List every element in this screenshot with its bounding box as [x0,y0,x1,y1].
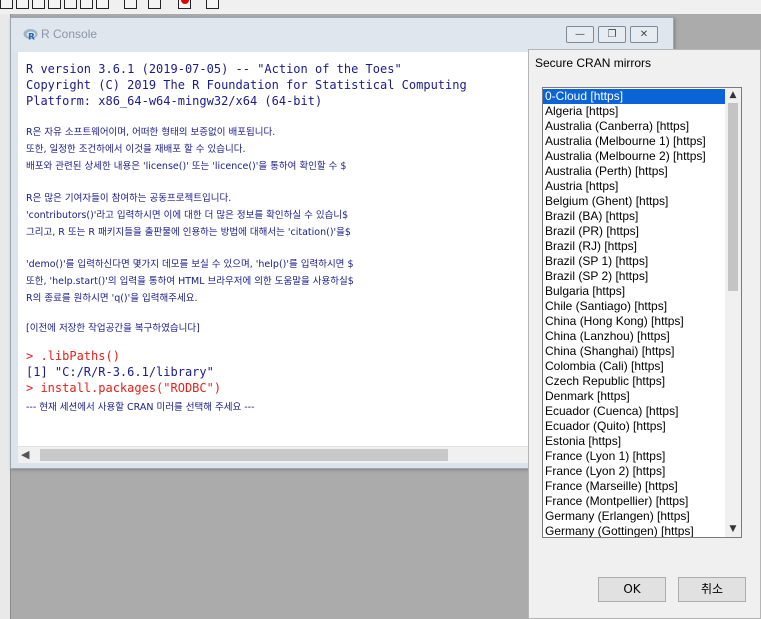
mirror-list-item[interactable]: Ecuador (Cuenca) [https] [543,404,726,419]
mirror-list-item[interactable]: France (Montpellier) [https] [543,494,726,509]
mirror-list-item[interactable]: Ecuador (Quito) [https] [543,419,726,434]
copy-paste-icon-2[interactable] [124,0,137,9]
mirror-list-item[interactable]: 0-Cloud [https] [543,89,726,104]
mirror-list-item[interactable]: Bulgaria [https] [543,284,726,299]
mirror-list-item[interactable]: China (Hong Kong) [https] [543,314,726,329]
mirror-list-item[interactable]: France (Marseille) [https] [543,479,726,494]
svg-text:R: R [28,33,35,42]
vertical-scrollbar[interactable]: ▲ ▼ [725,88,741,537]
console-line: R version 3.6.1 (2019-07-05) -- "Action … [26,62,402,76]
console-line: Platform: x86_64-w64-mingw32/x64 (64-bit… [26,94,323,108]
ok-button[interactable]: OK [598,577,666,602]
stop-icon[interactable] [178,0,191,9]
mirror-list-item[interactable]: France (Lyon 2) [https] [543,464,726,479]
cran-mirror-dialog[interactable]: Secure CRAN mirrors Germany (Gottingen) … [528,49,761,619]
console-line: Copyright (C) 2019 The R Foundation for … [26,78,467,92]
mirror-list-item[interactable]: Brazil (PR) [https] [543,224,726,239]
paste-commands-icon[interactable] [80,0,93,9]
console-line: 'demo()'를 입력하신다면 몇가지 데모를 보실 수 있으며, 'help… [26,259,354,270]
console-line: 또한, 'help.start()'의 입력을 통하여 HTML 브라우저에 의… [26,276,354,287]
mirror-list-item[interactable]: Chile (Santiago) [https] [543,299,726,314]
console-line: 그리고, R 또는 R 패키지들을 출판물에 인용하는 방법에 대해서는 'ci… [26,227,351,238]
paste-icon[interactable] [64,0,77,9]
scroll-down-icon[interactable]: ▼ [725,522,741,537]
save-workspace-icon[interactable] [32,0,45,9]
mirror-list-item[interactable]: China (Shanghai) [https] [543,344,726,359]
mirror-list-item[interactable]: Brazil (SP 1) [https] [543,254,726,269]
console-line: R의 종료를 원하시면 'q()'을 입력해주세요. [26,293,198,304]
console-line: 'contributors()'라고 입력하시면 이에 대한 더 많은 정보를 … [26,210,349,221]
console-line: [이전에 저장한 작업공간을 복구하였습니다] [26,323,200,334]
mirror-list-item[interactable]: Germany (Erlangen) [https] [543,509,726,524]
close-button[interactable]: ✕ [630,26,658,43]
scroll-up-icon[interactable]: ▲ [725,88,741,103]
console-command: > .libPaths() [26,349,120,363]
minimize-button[interactable]: — [566,26,594,43]
close-icon: ✕ [639,29,649,40]
console-line: --- 현재 세션에서 사용할 CRAN 미러를 선택해 주세요 --- [26,402,255,413]
settings-icon[interactable] [148,0,161,9]
console-line: 또한, 일정한 조건하에서 이것을 재배포 할 수 있습니다. [26,144,246,155]
scrollbar-thumb[interactable] [40,449,448,461]
mirror-listbox[interactable]: Germany (Gottingen) [https] Germany (Erla… [542,87,742,538]
mirror-list-item[interactable]: Belgium (Ghent) [https] [543,194,726,209]
mirror-list-item[interactable]: France (Lyon 1) [https] [543,449,726,464]
mirror-list-item[interactable]: China (Lanzhou) [https] [543,329,726,344]
minimize-icon: — [575,29,585,40]
mirror-list-item[interactable]: Czech Republic [https] [543,374,726,389]
mirror-list-item[interactable]: Australia (Canberra) [https] [543,119,726,134]
mirror-list-item[interactable]: Australia (Melbourne 2) [https] [543,149,726,164]
r-logo-icon: R [23,29,38,42]
cancel-button[interactable]: 취소 [678,577,746,602]
console-line: R은 많은 기여자들이 참여하는 공동프로젝트입니다. [26,193,232,204]
copy-icon[interactable] [48,0,61,9]
load-workspace-icon[interactable] [16,0,29,9]
console-command: > install.packages("RODBC") [26,381,222,395]
mirror-list-item[interactable]: Australia (Perth) [https] [543,164,726,179]
copy-paste-icon[interactable] [96,0,109,9]
mirror-list-item[interactable]: Estonia [https] [543,434,726,449]
console-line: 배포와 관련된 상세한 내용은 'license()' 또는 'licence(… [26,161,347,172]
mirror-list-item[interactable]: Denmark [https] [543,389,726,404]
mirror-list-item[interactable]: Algeria [https] [543,104,726,119]
mirror-list-item[interactable]: Brazil (RJ) [https] [543,239,726,254]
mirror-list-item[interactable]: Germany (Gottingen) [https] [543,524,726,537]
horizontal-scrollbar[interactable]: ◀ [18,446,538,463]
mirror-list-item[interactable]: Brazil (BA) [https] [543,209,726,224]
scroll-left-icon[interactable]: ◀ [21,448,29,461]
mirror-list-item[interactable]: Colombia (Cali) [https] [543,359,726,374]
scrollbar-thumb[interactable] [728,103,738,291]
mirror-list-item[interactable]: Australia (Melbourne 1) [https] [543,134,726,149]
dialog-title: Secure CRAN mirrors [535,56,652,70]
console-output[interactable]: R version 3.6.1 (2019-07-05) -- "Action … [18,52,538,446]
mirror-list-item[interactable]: Brazil (SP 2) [https] [543,269,726,284]
toolbar [0,0,761,14]
mirror-list-item[interactable]: Austria [https] [543,179,726,194]
console-title: R Console [41,27,98,41]
restore-button[interactable]: ❐ [598,26,626,43]
print-icon[interactable] [206,0,219,9]
restore-icon: ❐ [607,29,617,40]
open-script-icon[interactable] [0,0,13,9]
console-line: R은 자유 소프트웨어이며, 어떠한 형태의 보증없이 배포됩니다. [26,127,276,138]
console-titlebar[interactable]: R R Console — ❐ ✕ [11,18,673,52]
console-line: [1] "C:/R/R-3.6.1/library" [26,365,214,379]
